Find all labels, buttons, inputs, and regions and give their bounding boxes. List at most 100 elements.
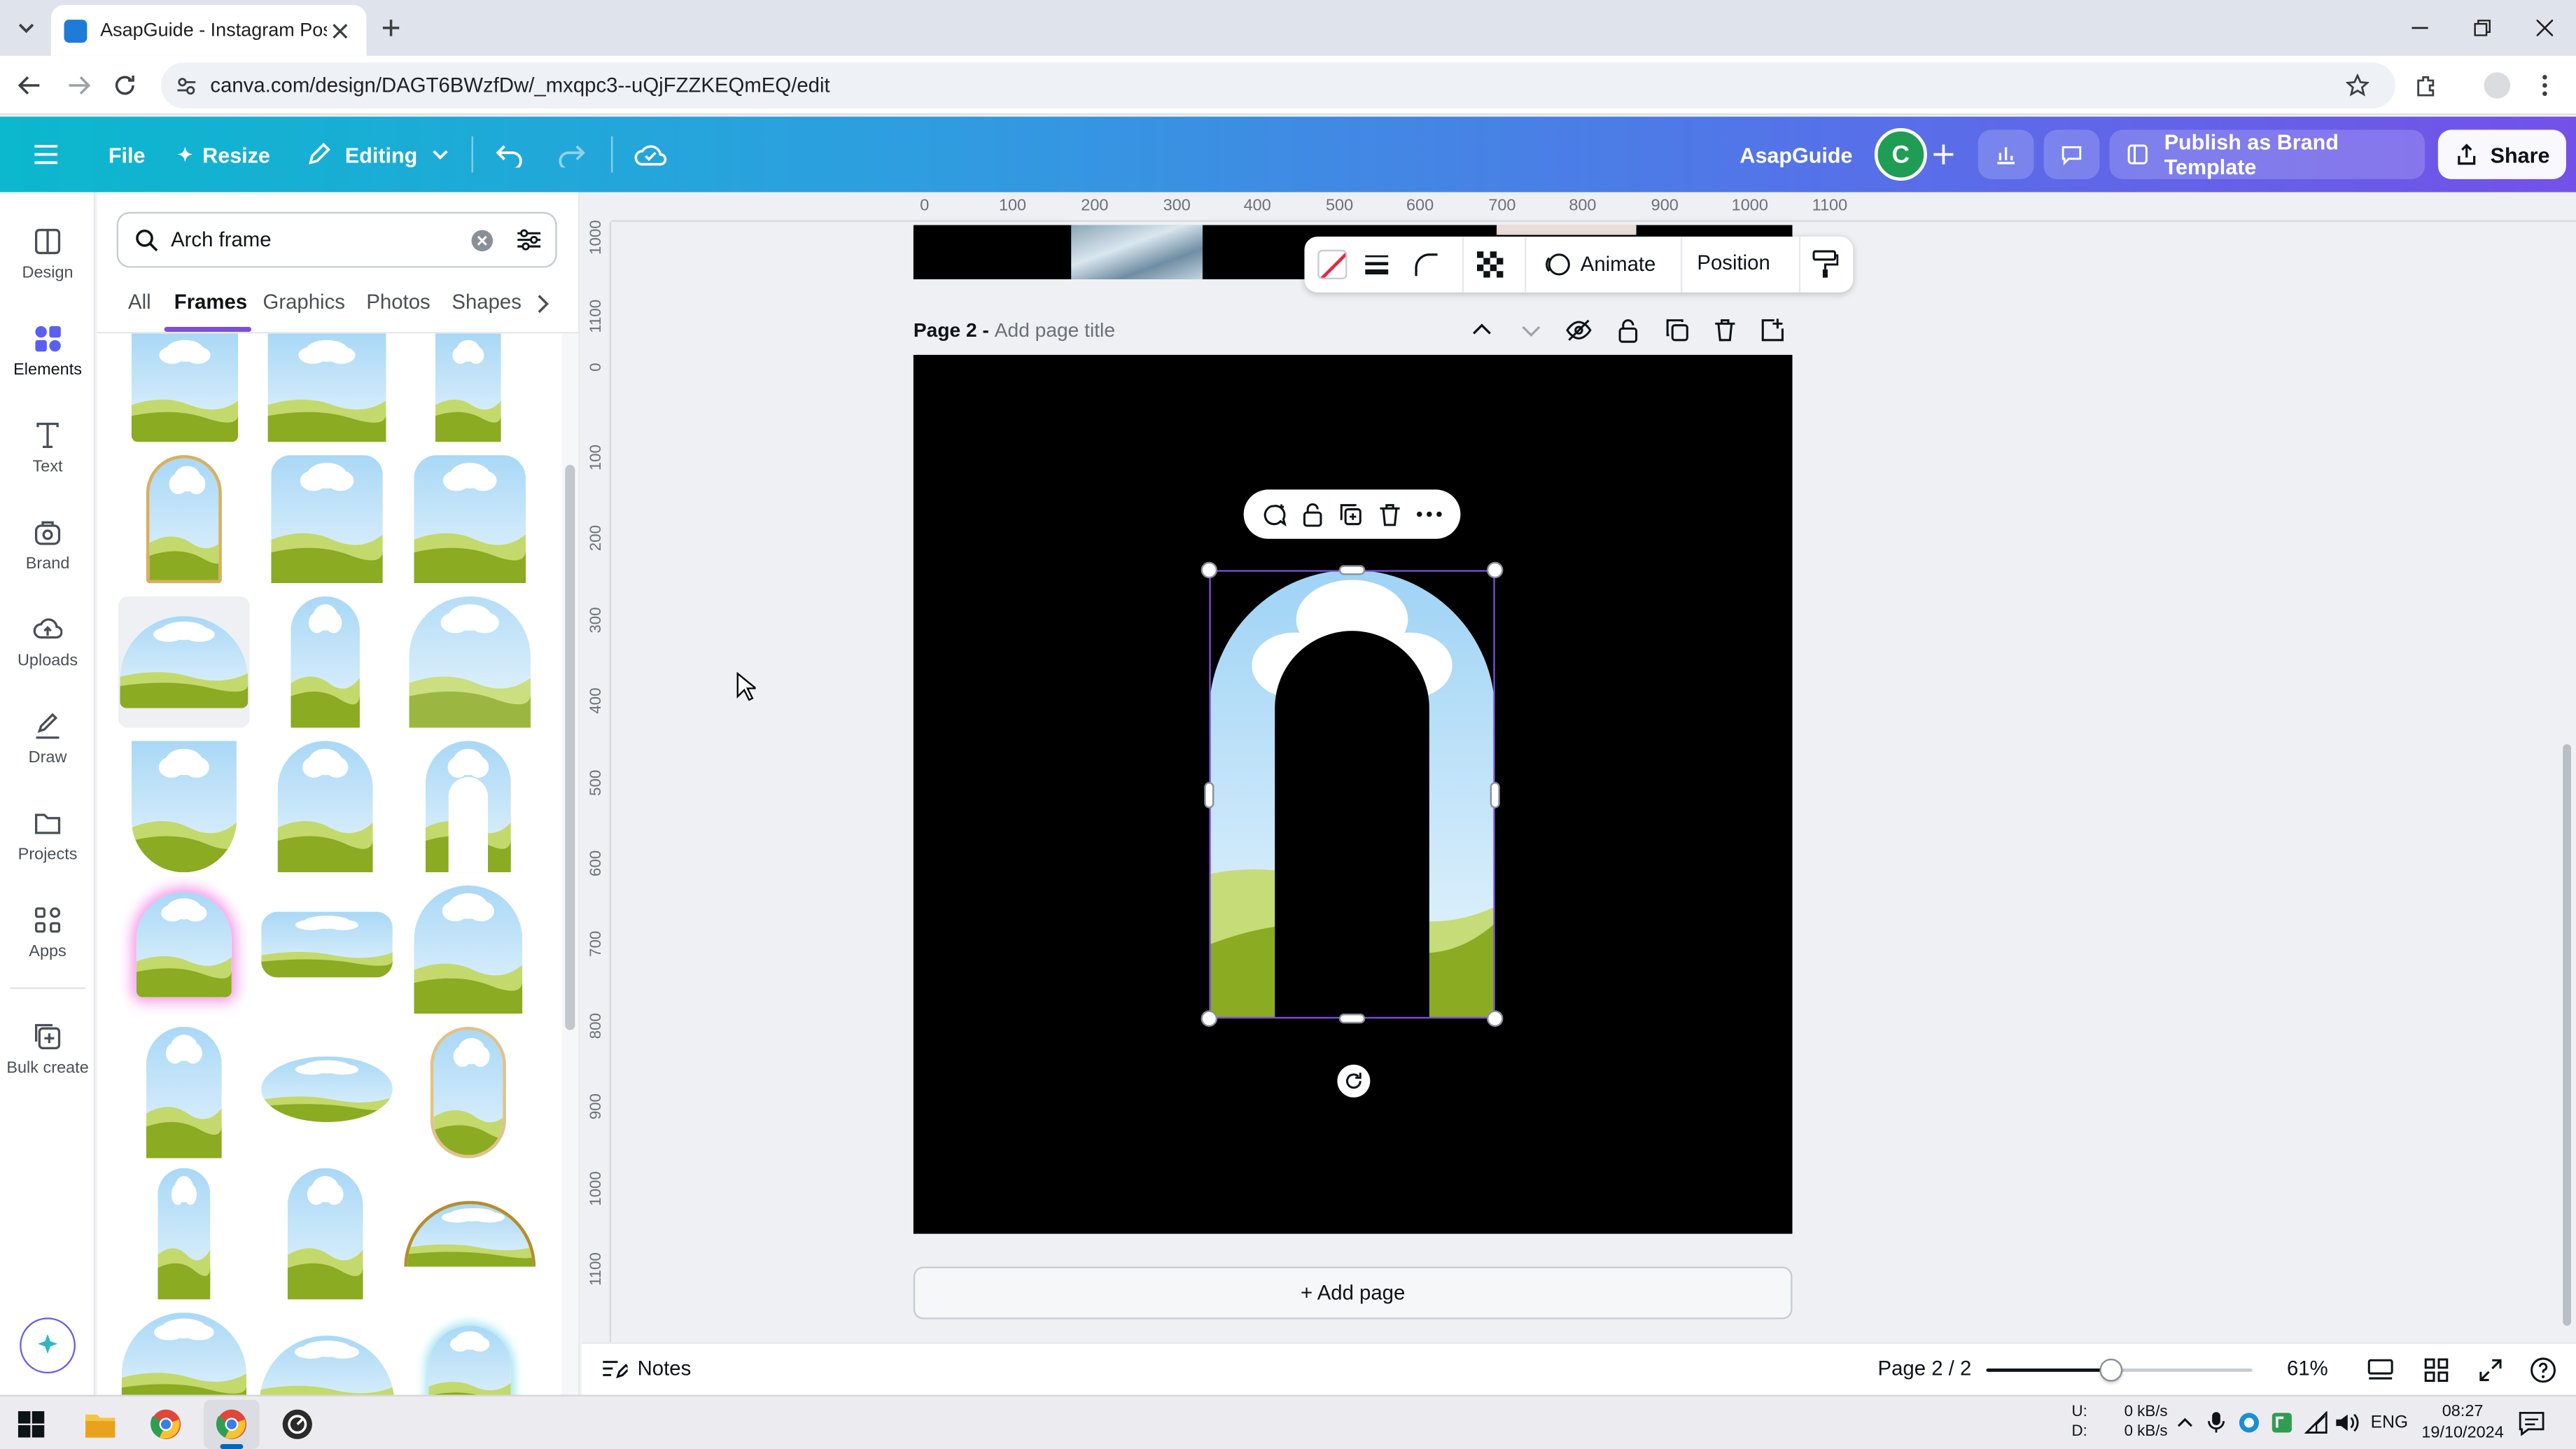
frame-thumbnail[interactable] [435,333,501,442]
lock-icon[interactable] [1301,502,1324,526]
frame-thumbnail[interactable] [414,455,526,583]
grid-view-icon[interactable] [2423,1357,2450,1384]
bookmark-star-icon[interactable] [2343,71,2372,100]
frame-thumbnail[interactable] [146,1027,222,1158]
insights-chart-icon[interactable] [1977,130,2034,179]
canvas-scrollbar-track[interactable] [2560,225,2576,1343]
frame-thumbnail[interactable] [271,455,383,583]
tab-graphics[interactable]: Graphics [263,290,345,314]
frame-thumbnail[interactable] [426,741,511,873]
site-info-icon[interactable] [174,74,197,97]
rail-apps[interactable]: Apps [0,887,95,979]
panel-scrollbar-track[interactable] [561,333,579,1395]
invite-plus-icon[interactable] [1932,117,1955,192]
frame-thumbnail[interactable] [132,333,239,442]
cloud-saved-icon[interactable] [634,117,667,192]
frame-thumbnail[interactable] [146,455,222,584]
editing-mode-dropdown[interactable]: Editing [306,117,451,192]
resize-handle-top-right[interactable] [1486,561,1504,579]
frame-thumbnail[interactable] [429,1326,511,1395]
duplicate-page-icon[interactable] [1664,317,1690,344]
tray-chevron-up-icon[interactable] [2175,1413,2194,1432]
tab-list-chevron-icon[interactable] [10,13,43,43]
frame-thumbnail[interactable] [132,741,237,872]
resize-handle-top-left[interactable] [1200,561,1218,579]
volume-icon[interactable] [2334,1411,2361,1434]
tab-shapes[interactable]: Shapes [451,290,522,314]
resize-handle-left[interactable] [1204,782,1214,808]
move-page-down-icon[interactable] [1520,318,1543,342]
add-page-button[interactable]: + Add page [913,1266,1793,1320]
tab-frames[interactable]: Frames [174,290,247,314]
comment-add-icon[interactable] [1261,502,1286,526]
rotate-handle-icon[interactable] [1337,1064,1371,1098]
resize-handle-right[interactable] [1490,782,1500,808]
animate-button[interactable]: Animate [1544,251,1656,278]
border-weight-icon[interactable] [1364,251,1390,278]
rail-text[interactable]: Text [0,402,95,494]
resize-handle-bottom-right[interactable] [1486,1010,1504,1027]
profile-avatar[interactable] [2484,72,2511,99]
url-field[interactable]: canva.com/design/DAGT6BWzfDw/_mxqpc3--uQ… [161,62,2395,108]
corner-rounding-icon[interactable] [1413,251,1439,278]
redo-icon[interactable] [557,117,587,192]
back-icon[interactable] [13,69,46,102]
restore-window-icon[interactable] [2464,13,2500,43]
notes-button[interactable]: Notes [601,1357,691,1380]
canvas-scrollbar-thumb[interactable] [2563,744,2571,1326]
tab-all[interactable]: All [128,290,151,314]
magic-assistant-icon[interactable] [20,1317,76,1374]
zoom-slider-thumb[interactable] [2099,1358,2123,1382]
page-view-icon[interactable] [2367,1357,2394,1384]
reload-icon[interactable] [108,69,141,102]
tray-green-app-icon[interactable] [2270,1411,2293,1434]
publish-brand-template-button[interactable]: Publish as Brand Template [2109,130,2426,179]
add-page-after-icon[interactable] [1760,317,1786,344]
file-explorer-icon[interactable] [84,1410,117,1439]
hide-page-icon[interactable] [1566,317,1592,344]
active-chrome-window[interactable] [204,1399,260,1449]
panel-scrollbar-thumb[interactable] [565,465,575,1030]
color-none-swatch[interactable] [1317,249,1348,279]
comment-icon[interactable] [2043,130,2100,179]
frame-thumbnail[interactable] [268,333,386,442]
frame-thumbnail[interactable] [261,912,393,978]
frame-thumbnail[interactable] [404,1200,536,1267]
frame-thumbnail[interactable] [260,1336,394,1394]
zoom-slider-track[interactable] [1986,1358,2253,1382]
frame-thumbnail[interactable] [414,886,522,1014]
help-icon[interactable] [2530,1357,2556,1384]
close-tab-icon[interactable] [327,18,354,44]
tabs-scroll-right-icon[interactable] [534,294,550,314]
frame-thumbnail[interactable] [278,741,373,872]
frame-thumbnail[interactable] [290,596,360,728]
frame-thumbnail[interactable] [430,1026,506,1158]
microphone-icon[interactable] [2206,1411,2226,1434]
clear-search-icon[interactable] [471,230,493,252]
copy-style-paint-roller-icon[interactable] [1812,250,1839,279]
rail-design[interactable]: Design [0,209,95,300]
undo-icon[interactable] [494,117,524,192]
rail-projects[interactable]: Projects [0,790,95,882]
wifi-icon[interactable] [2303,1411,2330,1434]
move-page-up-icon[interactable] [1471,318,1494,342]
forward-icon[interactable] [62,69,95,102]
more-options-icon[interactable] [1417,511,1443,517]
fullscreen-icon[interactable] [2477,1357,2504,1384]
browser-tab[interactable]: AsapGuide - Instagram Post [50,5,367,56]
minimize-window-icon[interactable] [2402,13,2438,43]
rail-brand[interactable]: Brand [0,499,95,591]
new-tab-icon[interactable] [376,13,405,43]
frame-thumbnail[interactable] [122,1312,246,1394]
resize-handle-bottom[interactable] [1338,1014,1366,1024]
delete-icon[interactable] [1378,502,1401,526]
page-counter[interactable]: Page 2 / 2 [1878,1357,1972,1380]
resize-button[interactable]: ✦ Resize [177,117,270,192]
lock-page-icon[interactable] [1615,317,1642,344]
tray-app-icon[interactable] [2238,1411,2261,1434]
resize-handle-top[interactable] [1338,565,1366,575]
resize-handle-bottom-left[interactable] [1200,1010,1218,1027]
page-title-input[interactable]: Add page title [995,318,1115,342]
frame-thumbnail[interactable] [261,1056,393,1122]
windows-start-icon[interactable] [18,1411,45,1438]
